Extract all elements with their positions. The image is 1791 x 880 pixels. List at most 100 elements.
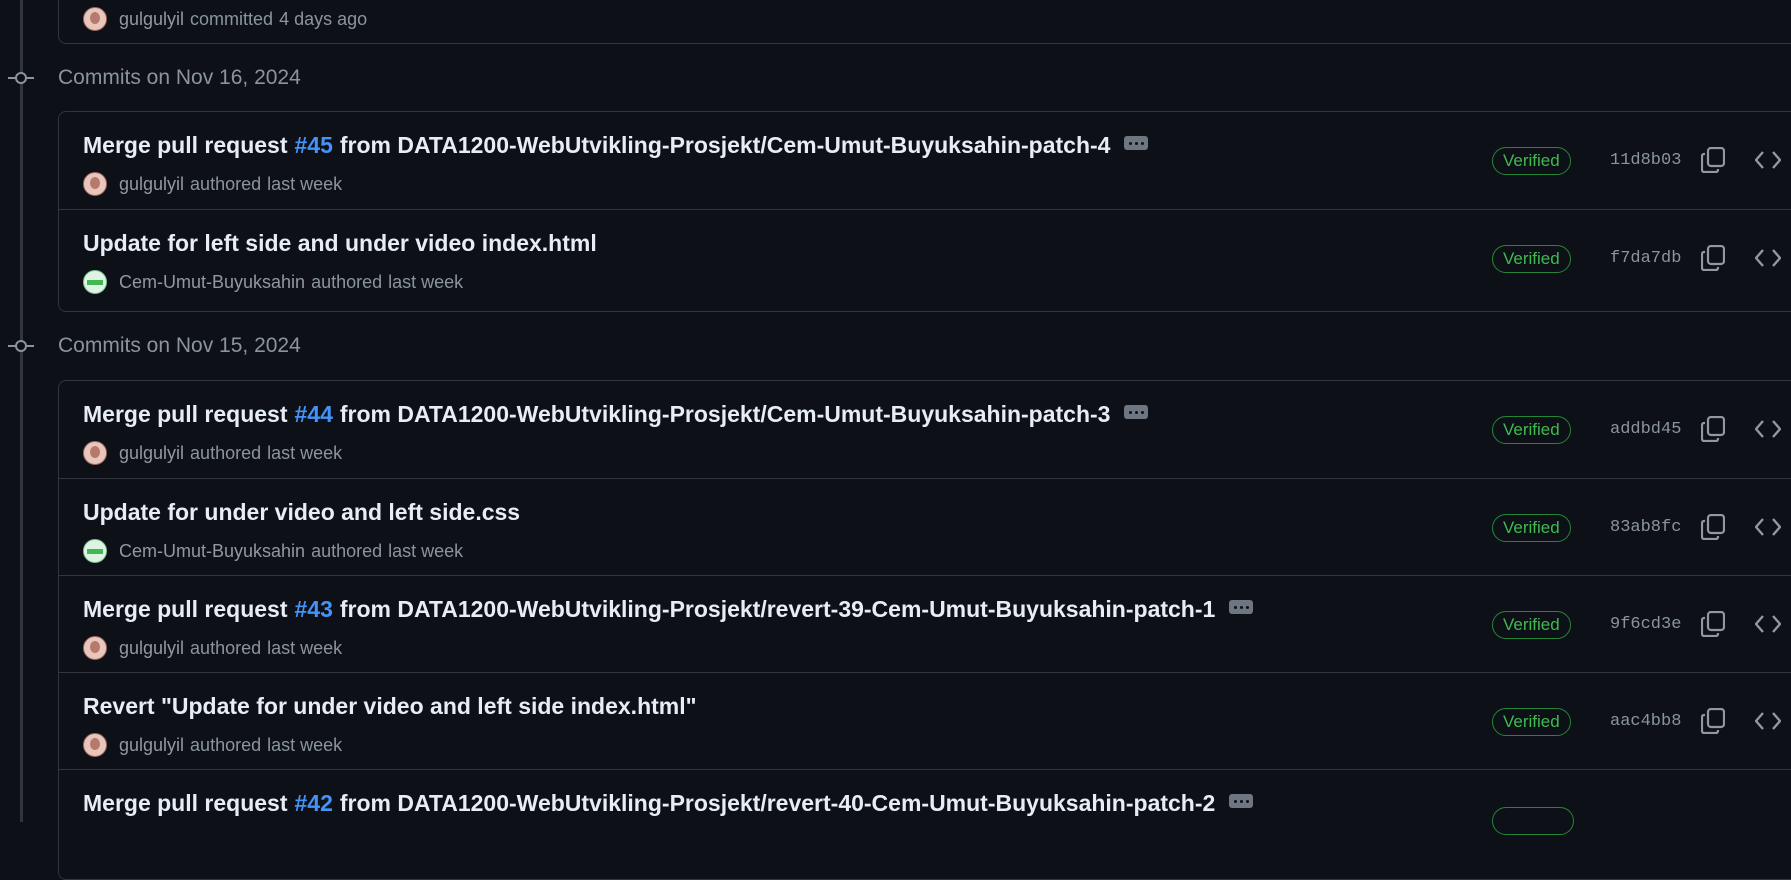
commit-list: Merge pull request #44 from DATA1200-Web… [58,380,1791,880]
avatar[interactable] [83,539,107,563]
pull-request-link[interactable]: #42 [294,790,332,817]
commit-message-suffix[interactable]: from DATA1200-WebUtvikling-Prosjekt/reve… [340,790,1215,817]
avatar[interactable] [83,636,107,660]
commit-author[interactable]: gulgulyil [119,735,184,756]
commit-action: authored [190,637,262,658]
pull-request-link[interactable]: #44 [294,401,332,428]
copy-icon[interactable] [1701,416,1725,442]
commit-time: last week [267,173,343,194]
commit-sha[interactable]: 9f6cd3e [1610,615,1681,634]
commit-message[interactable]: Merge pull request #43 from DATA1200-Web… [83,596,1254,623]
code-icon[interactable] [1755,709,1781,733]
commit-author[interactable]: gulgulyil [119,443,184,464]
commit-list-previous: gulgulyil committed 4 days ago [58,0,1791,44]
copy-icon[interactable] [1701,147,1725,173]
commit-action: authored [190,734,262,755]
timeline-line [20,0,23,822]
commit-group-header: Commits on Nov 16, 2024 [0,62,400,94]
commit-sha[interactable]: addbd45 [1610,420,1681,439]
commit-action: authored [190,442,262,463]
commit-author[interactable]: gulgulyil [119,9,184,30]
verified-badge[interactable]: Verified [1492,245,1571,273]
ellipsis-icon[interactable] [1229,793,1254,808]
group-title: Commits on Nov 16, 2024 [58,66,301,89]
commit-sha[interactable]: 11d8b03 [1610,151,1681,170]
commit-sha[interactable]: aac4bb8 [1610,712,1681,731]
commit-action: committed [190,8,274,29]
git-commit-icon [8,71,34,85]
commit-time: last week [388,271,464,292]
commit-message[interactable]: Merge pull request #42 from DATA1200-Web… [83,790,1254,817]
commit-row[interactable]: Revert "Update for under video and left … [59,672,1791,769]
git-commit-icon [8,339,34,353]
commit-message-prefix[interactable]: Update for left side and under video ind… [83,230,597,257]
commit-action: authored [311,540,383,561]
commit-row[interactable]: Update for under video and left side.css… [59,478,1791,575]
avatar[interactable] [83,7,107,31]
ellipsis-icon[interactable] [1124,404,1149,419]
commit-message-suffix[interactable]: from DATA1200-WebUtvikling-Prosjekt/Cem-… [340,132,1111,159]
commit-time: last week [267,637,343,658]
commit-message[interactable]: Update for under video and left side.css [83,499,520,526]
commit-time: last week [267,442,343,463]
commit-meta: gulgulyil authored last week [83,636,342,660]
commit-message-prefix[interactable]: Revert "Update for under video and left … [83,693,697,720]
commit-sha[interactable]: f7da7db [1610,249,1681,268]
avatar[interactable] [83,441,107,465]
commit-sha[interactable]: 83ab8fc [1610,518,1681,537]
commit-row[interactable]: Merge pull request #44 from DATA1200-Web… [59,381,1791,478]
ellipsis-icon[interactable] [1124,135,1149,150]
commit-message[interactable]: Update for left side and under video ind… [83,230,597,257]
code-icon[interactable] [1755,515,1781,539]
commit-row[interactable]: Merge pull request #42 from DATA1200-Web… [59,769,1791,866]
commit-author[interactable]: gulgulyil [119,174,184,195]
commit-time: last week [388,540,464,561]
commit-meta: Cem-Umut-Buyuksahin authored last week [83,270,463,294]
verified-badge[interactable]: Verified [1492,708,1571,736]
commit-message[interactable]: Revert "Update for under video and left … [83,693,697,720]
commit-message-suffix[interactable]: from DATA1200-WebUtvikling-Prosjekt/reve… [340,596,1215,623]
verified-badge[interactable]: Verified [1492,416,1571,444]
commit-message-prefix[interactable]: Merge pull request [83,790,287,817]
commit-row[interactable]: Merge pull request #43 from DATA1200-Web… [59,575,1791,672]
commit-message-prefix[interactable]: Merge pull request [83,401,287,428]
copy-icon[interactable] [1701,611,1725,637]
group-title: Commits on Nov 15, 2024 [58,334,301,357]
code-icon[interactable] [1755,246,1781,270]
commit-row[interactable]: Update for left side and under video ind… [59,209,1791,306]
commit-author[interactable]: gulgulyil [119,638,184,659]
verified-badge[interactable] [1492,807,1574,835]
commit-meta: gulgulyil authored last week [83,733,342,757]
avatar[interactable] [83,733,107,757]
commit-author[interactable]: Cem-Umut-Buyuksahin [119,272,305,293]
verified-badge[interactable]: Verified [1492,514,1571,542]
commit-action: authored [311,271,383,292]
ellipsis-icon[interactable] [1229,599,1254,614]
commit-message[interactable]: Merge pull request #45 from DATA1200-Web… [83,132,1149,159]
commit-message-prefix[interactable]: Merge pull request [83,596,287,623]
verified-badge[interactable]: Verified [1492,147,1571,175]
commit-meta: gulgulyil authored last week [83,441,342,465]
commit-time: 4 days ago [279,8,368,29]
commit-message-prefix[interactable]: Merge pull request [83,132,287,159]
code-icon[interactable] [1755,417,1781,441]
copy-icon[interactable] [1701,245,1725,271]
commit-message-suffix[interactable]: from DATA1200-WebUtvikling-Prosjekt/Cem-… [340,401,1111,428]
commit-meta: gulgulyil committed 4 days ago [83,7,367,31]
code-icon[interactable] [1755,148,1781,172]
pull-request-link[interactable]: #45 [294,132,332,159]
copy-icon[interactable] [1701,514,1725,540]
copy-icon[interactable] [1701,708,1725,734]
commit-author[interactable]: Cem-Umut-Buyuksahin [119,541,305,562]
commit-action: authored [190,173,262,194]
pull-request-link[interactable]: #43 [294,596,332,623]
commit-row[interactable]: Merge pull request #45 from DATA1200-Web… [59,112,1791,209]
commit-time: last week [267,734,343,755]
verified-badge[interactable]: Verified [1492,611,1571,639]
avatar[interactable] [83,172,107,196]
commit-message-prefix[interactable]: Update for under video and left side.css [83,499,520,526]
avatar[interactable] [83,270,107,294]
commit-message[interactable]: Merge pull request #44 from DATA1200-Web… [83,401,1149,428]
commit-meta: Cem-Umut-Buyuksahin authored last week [83,539,463,563]
code-icon[interactable] [1755,612,1781,636]
